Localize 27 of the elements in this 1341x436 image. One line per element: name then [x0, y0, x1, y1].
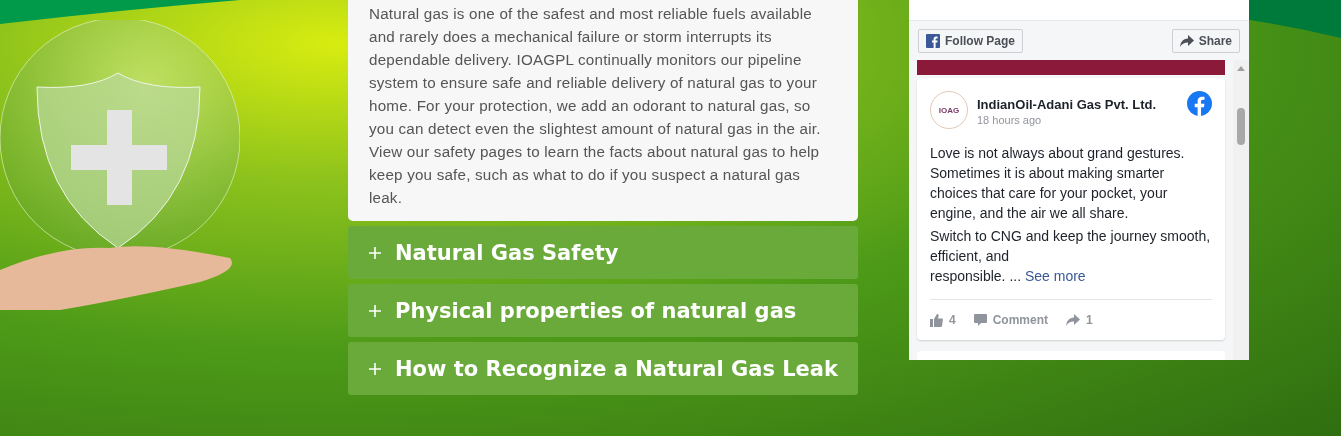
- scrollbar-thumb[interactable]: [1237, 108, 1245, 145]
- scrollbar[interactable]: [1233, 60, 1249, 360]
- like-count[interactable]: 4: [930, 313, 956, 327]
- share-arrow-icon: [1179, 34, 1194, 47]
- facebook-logo-icon: [1187, 91, 1212, 116]
- share-count[interactable]: 1: [1066, 313, 1093, 327]
- page-name[interactable]: IndianOil-Adani Gas Pvt. Ltd.: [977, 97, 1157, 112]
- plus-icon: [369, 246, 381, 259]
- speech-bubble-icon: [973, 313, 987, 327]
- page-avatar: IOAG: [930, 91, 968, 129]
- see-more-link[interactable]: See more: [1024, 268, 1086, 284]
- share-button[interactable]: Share: [1171, 28, 1240, 53]
- scroll-up-arrow-icon[interactable]: [1237, 66, 1245, 71]
- share-arrow-icon: [1066, 314, 1081, 326]
- thumbs-up-icon: [930, 313, 943, 327]
- accordion-header[interactable]: How to Recognize a Natural Gas Leak: [348, 342, 858, 395]
- facebook-logo-icon: [926, 33, 940, 48]
- safety-paragraph: Natural gas is one of the safest and most reliable fuels available and rarely does a mechanical failure or storm interrupts its dependable delivery. IOAGPL continually monitors our pipeline system to ensure safe and reliable delivery of natural gas to your home. For your protection, we add an odorant to natural gas, so you can detect even the slightest amount of natural gas in the air. View our safety pages to learn the facts about natural gas to help keep you safe, such as what to do if you suspect a natural gas leak.: [369, 4, 822, 208]
- post-time: 18 hours ago: [977, 114, 1043, 126]
- post-text: Love is not always about grand gestures. Sometimes it is about making smarter choices that care for your pocket, your engine, and the air we all share.: [930, 144, 1186, 223]
- post-text: Switch to CNG and keep the journey smooth, efficient, and responsible. ... See more: [930, 227, 1212, 286]
- follow-page-button[interactable]: Follow Page: [918, 28, 1023, 53]
- plus-icon: [369, 304, 381, 317]
- plus-icon: [369, 362, 381, 375]
- comment-button[interactable]: Comment: [973, 313, 1049, 327]
- accordion-header[interactable]: Natural Gas Safety: [348, 226, 858, 279]
- accordion-header[interactable]: Physical properties of natural gas: [348, 284, 858, 337]
